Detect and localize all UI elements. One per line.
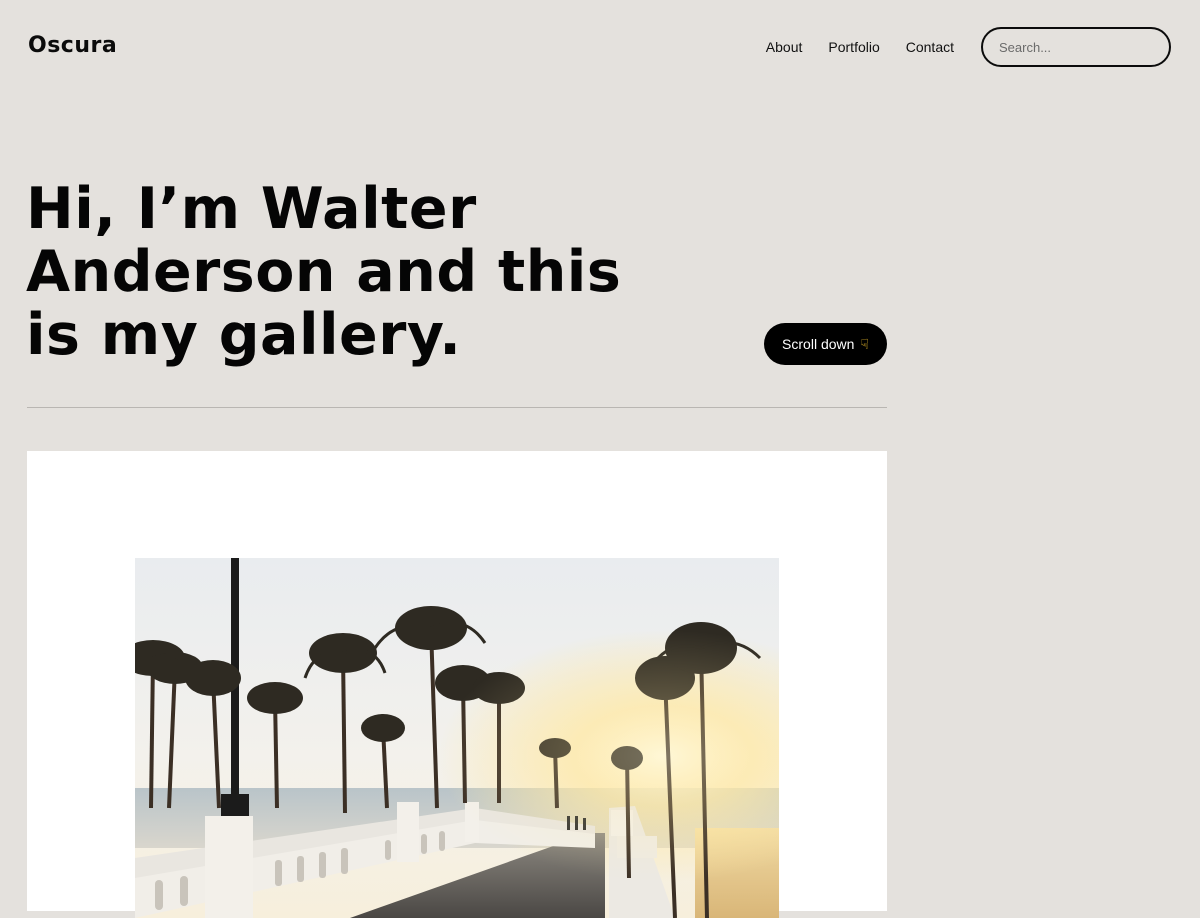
featured-photo[interactable] bbox=[135, 558, 779, 918]
search-box bbox=[981, 27, 1171, 67]
site-logo[interactable]: Oscura bbox=[28, 33, 117, 58]
search-input[interactable] bbox=[983, 39, 1169, 55]
nav-link-contact[interactable]: Contact bbox=[906, 39, 954, 55]
section-divider bbox=[27, 407, 887, 408]
gallery-card bbox=[27, 451, 887, 918]
hero-title: Hi, I’m Walter Anderson and this is my g… bbox=[26, 176, 622, 368]
nav-link-portfolio[interactable]: Portfolio bbox=[828, 39, 879, 55]
pier-palm-trees-photo bbox=[135, 558, 779, 918]
pointing-down-hand-icon: ☟ bbox=[860, 335, 869, 352]
site-header: Oscura About Portfolio Contact bbox=[0, 0, 1200, 96]
scroll-down-label: Scroll down bbox=[782, 336, 855, 352]
scroll-down-button[interactable]: Scroll down ☟ bbox=[764, 323, 887, 365]
main-nav: About Portfolio Contact bbox=[766, 39, 954, 55]
nav-link-about[interactable]: About bbox=[766, 39, 803, 55]
